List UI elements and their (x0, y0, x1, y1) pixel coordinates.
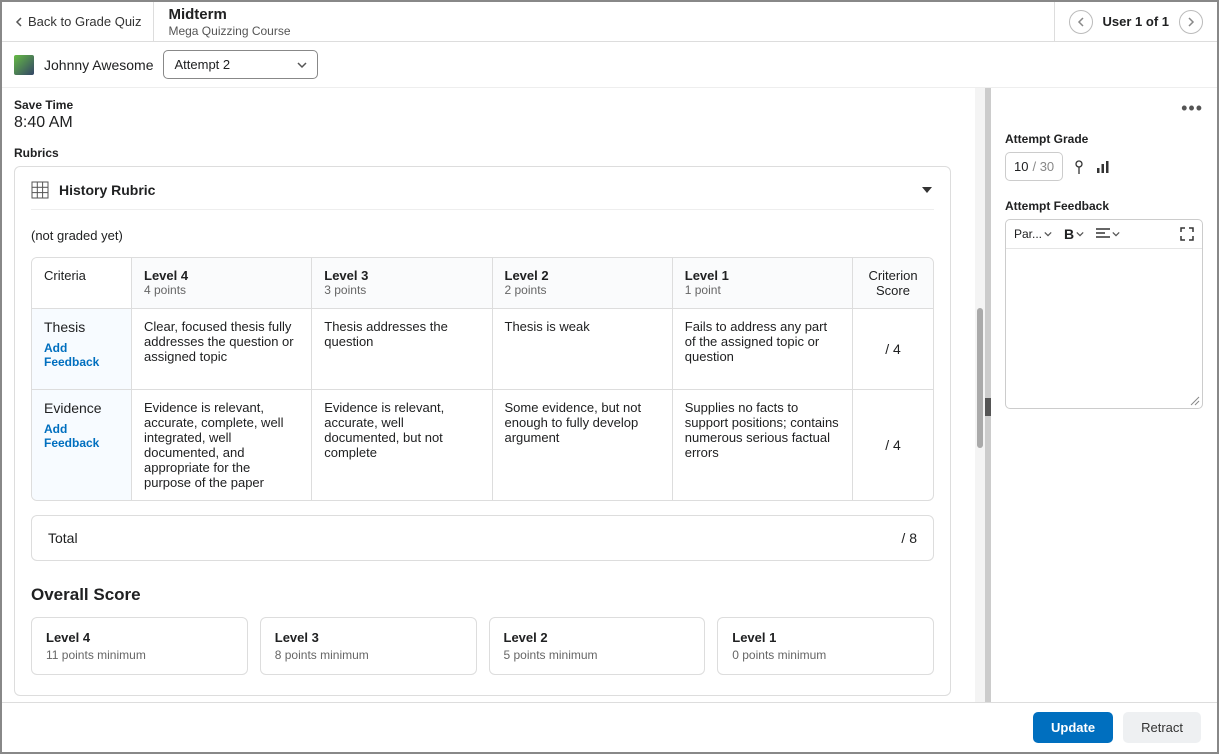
criterion-evidence: Evidence (44, 400, 119, 416)
col-level-3: Level 3 3 points (312, 258, 492, 308)
not-graded-text: (not graded yet) (31, 228, 934, 243)
rubric-title: History Rubric (59, 182, 910, 198)
rubric-cell[interactable]: Supplies no facts to support positions; … (673, 390, 853, 500)
criterion-score-evidence: / 4 (885, 437, 901, 453)
overall-level-3[interactable]: Level 3 8 points minimum (260, 617, 477, 675)
stats-icon[interactable] (1095, 159, 1111, 175)
rubric-cell[interactable]: Evidence is relevant, accurate, complete… (132, 390, 312, 500)
more-actions-button[interactable]: ••• (1181, 98, 1203, 119)
next-user-button[interactable] (1179, 10, 1203, 34)
back-label: Back to Grade Quiz (28, 14, 141, 29)
rubrics-label: Rubrics (14, 146, 951, 160)
fullscreen-icon[interactable] (1180, 227, 1194, 241)
chevron-down-icon (297, 60, 307, 70)
scrollbar-thumb[interactable] (977, 308, 983, 448)
total-value: / 8 (901, 530, 917, 546)
total-label: Total (48, 530, 78, 546)
student-avatar (14, 55, 34, 75)
page-title: Midterm (168, 6, 1039, 23)
rubric-cell[interactable]: Some evidence, but not enough to fully d… (493, 390, 673, 500)
collapse-caret-icon (920, 183, 934, 197)
overall-level-4[interactable]: Level 4 11 points minimum (31, 617, 248, 675)
course-subtitle: Mega Quizzing Course (168, 24, 1039, 38)
retract-button[interactable]: Retract (1123, 712, 1201, 743)
col-level-4: Level 4 4 points (132, 258, 312, 308)
feedback-textarea[interactable] (1006, 249, 1202, 408)
student-name: Johnny Awesome (44, 57, 153, 73)
rubric-grid-icon (31, 181, 49, 199)
criterion-thesis: Thesis (44, 319, 119, 335)
feedback-editor[interactable]: Par... B (1005, 219, 1203, 409)
chevron-left-icon (1076, 17, 1086, 27)
rubric-cell[interactable]: Thesis addresses the question (312, 309, 492, 389)
resize-handle-icon[interactable] (1188, 394, 1200, 406)
col-criteria: Criteria (32, 258, 132, 308)
paragraph-style-select[interactable]: Par... (1014, 227, 1052, 241)
add-feedback-evidence[interactable]: Add Feedback (44, 422, 119, 450)
attempt-grade-input[interactable]: 10 / 30 (1005, 152, 1063, 181)
chevron-down-icon (1076, 230, 1084, 238)
overall-level-2[interactable]: Level 2 5 points minimum (489, 617, 706, 675)
save-time-label: Save Time (14, 98, 951, 112)
overall-level-1[interactable]: Level 1 0 points minimum (717, 617, 934, 675)
grade-denominator: / 30 (1032, 159, 1054, 174)
prev-user-button[interactable] (1069, 10, 1093, 34)
update-button[interactable]: Update (1033, 712, 1113, 743)
bold-button[interactable]: B (1064, 226, 1084, 242)
add-feedback-thesis[interactable]: Add Feedback (44, 341, 119, 369)
attempt-grade-label: Attempt Grade (1005, 132, 1203, 146)
rubric-cell[interactable]: Clear, focused thesis fully addresses th… (132, 309, 312, 389)
rubric-header-toggle[interactable]: History Rubric (31, 181, 934, 210)
attempt-select[interactable]: Attempt 2 (163, 50, 318, 79)
user-counter: User 1 of 1 (1103, 14, 1169, 29)
save-time-value: 8:40 AM (14, 114, 951, 132)
rubric-table: Criteria Level 4 4 points Level 3 3 poin… (31, 257, 934, 501)
overall-score-heading: Overall Score (31, 585, 934, 605)
attempt-selected-value: Attempt 2 (174, 57, 230, 72)
chevron-left-icon (14, 17, 24, 27)
chevron-right-icon (1186, 17, 1196, 27)
col-level-2: Level 2 2 points (493, 258, 673, 308)
rubric-cell[interactable]: Evidence is relevant, accurate, well doc… (312, 390, 492, 500)
criterion-score-thesis: / 4 (885, 341, 901, 357)
pin-icon[interactable] (1071, 159, 1087, 175)
rubric-cell[interactable]: Fails to address any part of the assigne… (673, 309, 853, 389)
chevron-down-icon (1044, 230, 1052, 238)
grade-value: 10 (1014, 159, 1028, 174)
align-button[interactable] (1096, 228, 1120, 240)
col-level-1: Level 1 1 point (673, 258, 853, 308)
back-to-grade-quiz-link[interactable]: Back to Grade Quiz (2, 2, 154, 41)
chevron-down-icon (1112, 230, 1120, 238)
col-criterion-score: Criterion Score (853, 258, 933, 308)
scrollbar[interactable] (975, 88, 985, 710)
attempt-feedback-label: Attempt Feedback (1005, 199, 1203, 213)
rubric-cell[interactable]: Thesis is weak (493, 309, 673, 389)
page-title-block: Midterm Mega Quizzing Course (154, 2, 1053, 42)
align-left-icon (1096, 228, 1110, 240)
